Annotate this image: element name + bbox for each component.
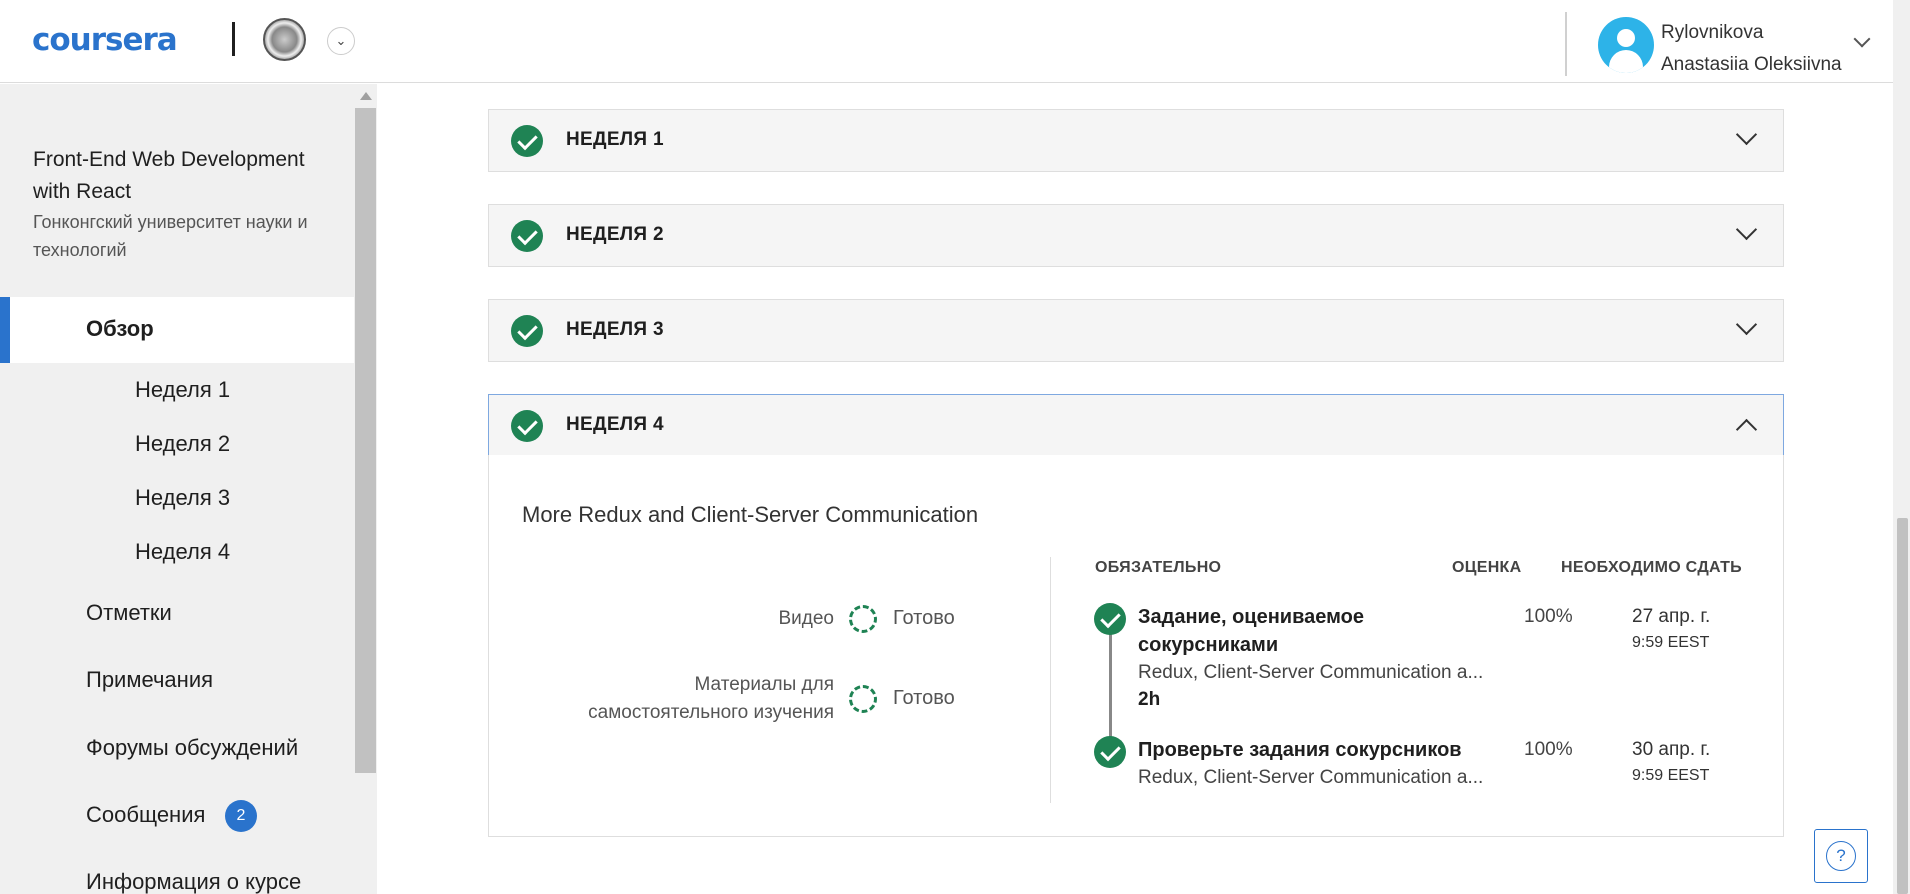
week-2-header[interactable]: НЕДЕЛЯ 2 [488,204,1784,267]
progress-ring-icon [849,685,877,713]
sidebar-item-course-info[interactable]: Информация о курсе [86,867,301,894]
video-label: Видео [778,608,834,629]
sidebar-item-notes[interactable]: Примечания [86,665,213,695]
sidebar-item-overview-bg [0,297,354,363]
task-2-due-date: 30 апр. г. [1632,739,1711,760]
column-header-due: НЕОБХОДИМО СДАТЬ [1561,559,1742,576]
sidebar-item-week-3[interactable]: Неделя 3 [135,483,230,513]
panel-divider [1050,557,1051,803]
chevron-down-icon: ⌄ [335,33,347,48]
messages-count-badge: 2 [225,800,257,832]
sidebar-active-indicator [0,297,10,363]
help-button[interactable]: ? [1814,829,1868,883]
task-1-due-date: 27 апр. г. [1632,606,1711,627]
sidebar-item-week-1[interactable]: Неделя 1 [135,375,230,405]
week-4-subtitle: More Redux and Client-Server Communicati… [522,502,979,527]
week-3-header[interactable]: НЕДЕЛЯ 3 [488,299,1784,362]
sidebar-item-forums[interactable]: Форумы обсуждений [86,733,298,763]
university-seal-icon[interactable] [263,18,306,61]
sidebar-item-week-2[interactable]: Неделя 2 [135,429,230,459]
chevron-down-icon[interactable] [1853,30,1871,48]
logo-divider [232,22,235,56]
materials-status: Готово [893,687,955,709]
check-circle-icon [1094,603,1126,635]
task-timeline [1109,633,1112,740]
sidebar-item-overview[interactable]: Обзор [86,314,154,344]
task-1-due-time: 9:59 EEST [1632,634,1710,651]
materials-label-line1: Материалы для [694,674,834,695]
week-4-header[interactable]: НЕДЕЛЯ 4 [488,394,1784,456]
check-circle-icon [511,220,543,252]
week-1-label: НЕДЕЛЯ 1 [566,129,664,150]
chevron-up-icon [1735,418,1758,441]
coursera-logo[interactable]: coursera [32,22,178,58]
task-1-title[interactable]: Задание, оцениваемое сокурсниками [1138,603,1364,659]
top-header: coursera ⌄ Rylovnikova Anastasiia Oleksi… [0,0,1910,83]
progress-ring-icon [849,605,877,633]
week-1-header[interactable]: НЕДЕЛЯ 1 [488,109,1784,172]
video-status: Готово [893,607,955,629]
sidebar-item-messages[interactable]: Сообщения [86,800,205,830]
check-circle-icon [1094,736,1126,768]
task-1-title-line2: сокурсниками [1138,634,1279,656]
task-1-description: Redux, Client-Server Communication a... [1138,662,1484,683]
materials-label: Материалы для самостоятельного изучения [500,671,834,727]
task-2-due-time: 9:59 EEST [1632,767,1710,784]
user-name-line1: Rylovnikova [1661,22,1764,43]
task-1-title-line1: Задание, оцениваемое [1138,606,1364,628]
avatar-icon[interactable] [1598,17,1654,73]
page-scrollbar-thumb[interactable] [1897,518,1908,894]
sidebar-scrollbar-thumb[interactable] [355,108,376,773]
user-name-line2: Anastasiia Oleksiivna [1661,54,1842,75]
sidebar-item-week-4[interactable]: Неделя 4 [135,537,230,567]
task-2-title[interactable]: Проверьте задания сокурсников [1138,736,1462,764]
check-circle-icon [511,125,543,157]
help-icon: ? [1826,841,1856,871]
scroll-up-arrow-icon[interactable] [360,92,372,100]
task-2-grade: 100% [1524,739,1573,760]
course-title[interactable]: Front-End Web Development with React [33,144,333,208]
column-header-required: ОБЯЗАТЕЛЬНО [1095,559,1222,576]
chevron-down-icon [1735,218,1758,241]
university-switcher-button[interactable]: ⌄ [327,27,355,55]
task-1-duration: 2h [1138,689,1161,710]
materials-label-line2: самостоятельного изучения [588,702,834,723]
week-4-label: НЕДЕЛЯ 4 [566,414,664,435]
chevron-down-icon [1735,313,1758,336]
check-circle-icon [511,410,543,442]
task-1-grade: 100% [1524,606,1573,627]
column-header-grade: ОЦЕНКА [1452,559,1522,576]
task-2-description: Redux, Client-Server Communication a... [1138,767,1484,788]
check-circle-icon [511,315,543,347]
chevron-down-icon [1735,123,1758,146]
header-divider [1565,12,1567,76]
sidebar-item-grades[interactable]: Отметки [86,598,172,628]
user-menu-button[interactable]: Rylovnikova Anastasiia Oleksiivna [1661,17,1842,81]
week-3-label: НЕДЕЛЯ 3 [566,319,664,340]
course-organization: Гонконгский университет науки и технолог… [33,212,308,260]
week-2-label: НЕДЕЛЯ 2 [566,224,664,245]
